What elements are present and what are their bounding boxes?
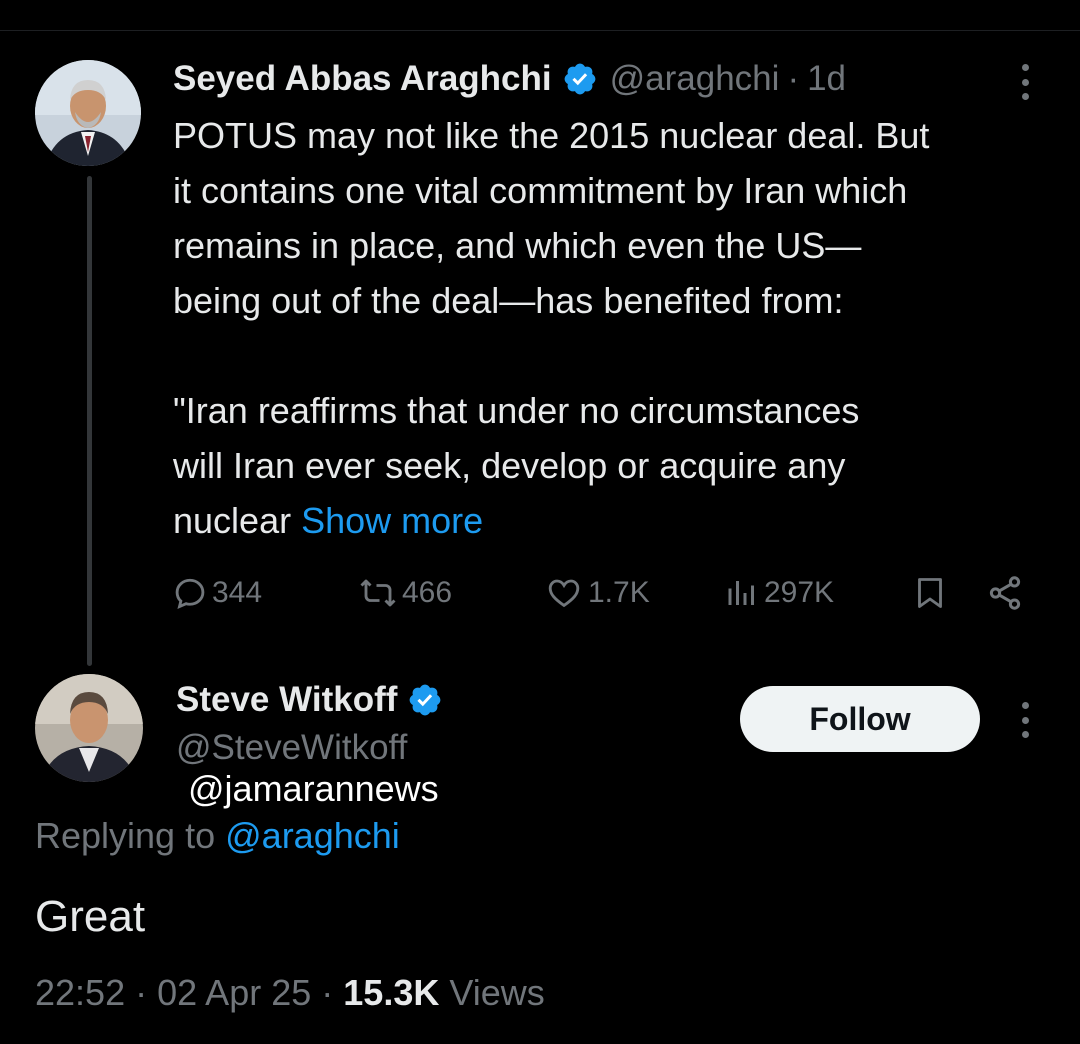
share-button[interactable]: [986, 568, 1024, 618]
views-icon: [728, 581, 754, 605]
tweet-line-last: nuclear Show more: [173, 493, 1063, 548]
separator-dot: ·: [787, 59, 800, 98]
tweet-line: POTUS may not like the 2015 nuclear deal…: [173, 115, 930, 156]
share-icon: [989, 576, 1021, 610]
like-count: 1.7K: [588, 576, 650, 609]
reply-author-handle[interactable]: @SteveWitkoff: [176, 728, 407, 768]
bookmark-icon: [918, 578, 942, 608]
tweet-body: POTUS may not like the 2015 nuclear deal…: [173, 108, 1063, 548]
repost-count: 466: [402, 576, 453, 609]
tweet-line: will Iran ever seek, develop or acquire …: [173, 445, 846, 486]
bookmark-button[interactable]: [912, 568, 948, 618]
top-divider: [0, 30, 1080, 31]
replying-to: Replying to @araghchi: [35, 815, 400, 857]
verified-badge-icon: [407, 682, 443, 718]
reply-count: 344: [212, 576, 263, 609]
tweet-line: "Iran reaffirms that under no circumstan…: [173, 390, 860, 431]
views-button[interactable]: 297K: [724, 568, 834, 618]
separator-dot: ·: [321, 972, 334, 1013]
repost-icon: [360, 579, 396, 607]
views-count[interactable]: 15.3K: [343, 972, 439, 1013]
views-label: Views: [449, 972, 545, 1013]
tweet-tail-text: nuclear: [173, 500, 292, 541]
tweet-line: being out of the deal—has benefited from…: [173, 280, 844, 321]
tweet-actions: 344 466 1.7K 297K: [172, 568, 1032, 618]
avatar-witkoff[interactable]: [35, 674, 143, 782]
follow-button[interactable]: Follow: [740, 686, 980, 752]
reply-text: Great: [35, 892, 146, 941]
avatar-araghchi[interactable]: [35, 60, 141, 166]
show-more-link[interactable]: Show more: [301, 500, 483, 541]
like-button[interactable]: 1.7K: [544, 568, 650, 618]
replying-mention-link[interactable]: @araghchi: [225, 815, 400, 856]
more-icon[interactable]: [1018, 64, 1032, 100]
separator-dot: ·: [135, 972, 148, 1013]
repost-button[interactable]: 466: [358, 568, 452, 618]
reply-icon: [175, 578, 205, 609]
tweet-line: remains in place, and which even the US—: [173, 225, 862, 266]
tweet-header: Seyed Abbas Araghchi @araghchi · 1d: [173, 54, 846, 104]
tweet-line: it contains one vital commitment by Iran…: [173, 170, 908, 211]
tweet-time[interactable]: 1d: [807, 59, 846, 99]
author-handle[interactable]: @araghchi: [610, 59, 780, 99]
views-count: 297K: [764, 576, 835, 609]
reply-button[interactable]: 344: [172, 568, 262, 618]
thread-connector: [87, 176, 92, 666]
reply-author-name[interactable]: Steve Witkoff: [176, 680, 397, 720]
more-icon[interactable]: [1018, 702, 1032, 738]
like-icon: [548, 579, 580, 608]
author-name[interactable]: Seyed Abbas Araghchi: [173, 59, 552, 99]
tweet-timestamp[interactable]: 22:52: [35, 972, 125, 1013]
reply-author-row: Steve Witkoff: [176, 680, 443, 720]
tweet-date[interactable]: 02 Apr 25: [157, 972, 311, 1013]
replying-prefix: Replying to: [35, 815, 216, 856]
verified-badge-icon: [562, 61, 598, 97]
watermark-text: @jamarannews: [188, 768, 439, 809]
tweet-meta: 22:52 · 02 Apr 25 · 15.3K Views: [35, 972, 545, 1014]
